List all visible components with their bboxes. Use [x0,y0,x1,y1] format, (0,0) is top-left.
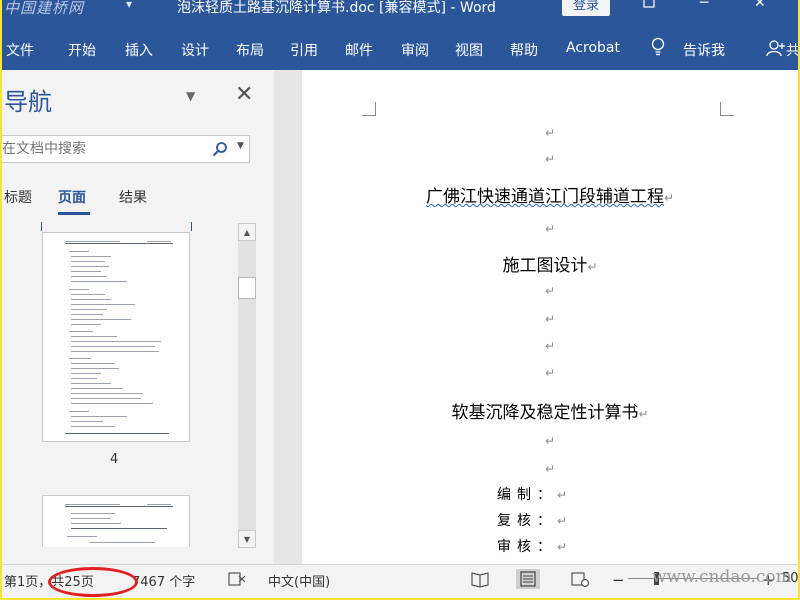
empty-paragraph: ↵ [544,152,556,166]
zoom-out-button[interactable]: − [612,571,625,589]
tell-me-box[interactable]: 告诉我 [683,40,725,60]
web-layout-icon[interactable] [568,569,592,589]
nav-pane-title: 导航 [4,88,52,116]
ribbon-tabs: 文件 开始 插入 设计 布局 引用 邮件 审阅 视图 帮助 Acrobat 告诉… [2,18,798,70]
close-icon[interactable]: ✕ [235,82,253,107]
signature-line-reviewed: 审核：↵ [497,539,574,555]
document-canvas[interactable]: ↵ ↵ 广佛江快速通道江门段辅道工程↵ ↵ 施工图设计↵ ↵ ↵ ↵ ↵ 软基沉… [302,70,798,564]
empty-paragraph: ↵ [544,312,556,326]
empty-paragraph: ↵ [544,366,556,380]
title-bar: 中国建桥网 ▾ 泡沫轻质土路基沉降计算书.doc [兼容模式] - Word 登… [2,0,798,18]
nav-tab-pages[interactable]: 页面 [58,187,86,207]
tab-help[interactable]: 帮助 [510,40,538,60]
tab-review[interactable]: 审阅 [401,40,429,60]
tab-insert[interactable]: 插入 [125,40,153,60]
nav-scrollbar[interactable]: ▲ ▼ [238,223,256,548]
empty-paragraph: ↵ [544,222,556,236]
annotation-circle [48,567,138,597]
pane-divider[interactable] [274,70,302,564]
minimize-icon[interactable]: ─ [700,0,708,11]
nav-search-field[interactable]: ▼ [2,135,250,163]
tab-design[interactable]: 设计 [181,40,209,60]
active-tab-indicator [58,212,90,215]
tab-file[interactable]: 文件 [6,40,34,60]
empty-paragraph: ↵ [544,462,556,476]
search-input[interactable] [2,138,202,160]
navigation-pane: 导航 ▼ ✕ ▼ 标题 页面 结果 [2,70,274,564]
empty-paragraph: ↵ [544,434,556,448]
restore-icon[interactable] [642,0,656,13]
nav-tab-results[interactable]: 结果 [119,187,147,207]
share-person-icon[interactable] [766,38,786,58]
print-layout-icon[interactable] [516,569,540,589]
tab-share[interactable]: 共 [786,40,798,60]
page-thumbnail[interactable] [42,495,190,547]
project-title: 广佛江快速通道江门段辅道工程↵ [425,187,675,207]
tab-mailings[interactable]: 邮件 [345,40,373,60]
lightbulb-icon[interactable] [650,37,666,57]
empty-paragraph: ↵ [544,284,556,298]
margin-corner-mark [362,102,376,116]
page-thumbnails: 4 [2,222,258,547]
word-count-status[interactable]: 7467 个字 [132,571,195,590]
tab-layout[interactable]: 布局 [236,40,264,60]
word-window: 中国建桥网 ▾ 泡沫轻质土路基沉降计算书.doc [兼容模式] - Word 登… [2,0,798,598]
tab-acrobat[interactable]: Acrobat [566,40,620,56]
margin-corner-mark [720,102,734,116]
empty-paragraph: ↵ [544,126,556,140]
empty-paragraph: ↵ [544,339,556,353]
page-thumbnail[interactable] [41,222,192,442]
thumbnail-page-number: 4 [110,452,119,467]
nav-tab-headings[interactable]: 标题 [4,187,32,207]
search-icon[interactable] [212,141,228,157]
signature-line-checked: 复核：↵ [497,513,574,529]
site-watermark-url: www.cndao.com [652,567,792,587]
search-options-chevron-icon[interactable]: ▼ [237,141,244,151]
chevron-down-icon[interactable]: ▼ [186,89,195,103]
scroll-thumb[interactable] [238,277,256,299]
language-status[interactable]: 中文(中国) [268,571,330,590]
proofing-icon[interactable] [228,571,246,591]
signature-line-compiled: 编制：↵ [497,487,574,503]
scroll-down-arrow-icon[interactable]: ▼ [238,530,256,548]
site-watermark: 中国建桥网 [4,0,85,17]
document-main-title: 软基沉降及稳定性计算书↵ [451,403,649,423]
tab-home[interactable]: 开始 [68,40,96,60]
login-button[interactable]: 登录 [562,0,610,16]
design-stage-title: 施工图设计↵ [502,256,598,276]
document-title: 泡沫轻质土路基沉降计算书.doc [兼容模式] - Word [177,0,496,16]
tab-references[interactable]: 引用 [290,40,318,60]
quick-access-dropdown-icon[interactable]: ▾ [126,0,132,11]
scroll-up-arrow-icon[interactable]: ▲ [238,223,256,241]
tab-view[interactable]: 视图 [455,40,483,60]
read-mode-icon[interactable] [468,569,492,589]
close-icon[interactable]: ✕ [754,0,766,11]
